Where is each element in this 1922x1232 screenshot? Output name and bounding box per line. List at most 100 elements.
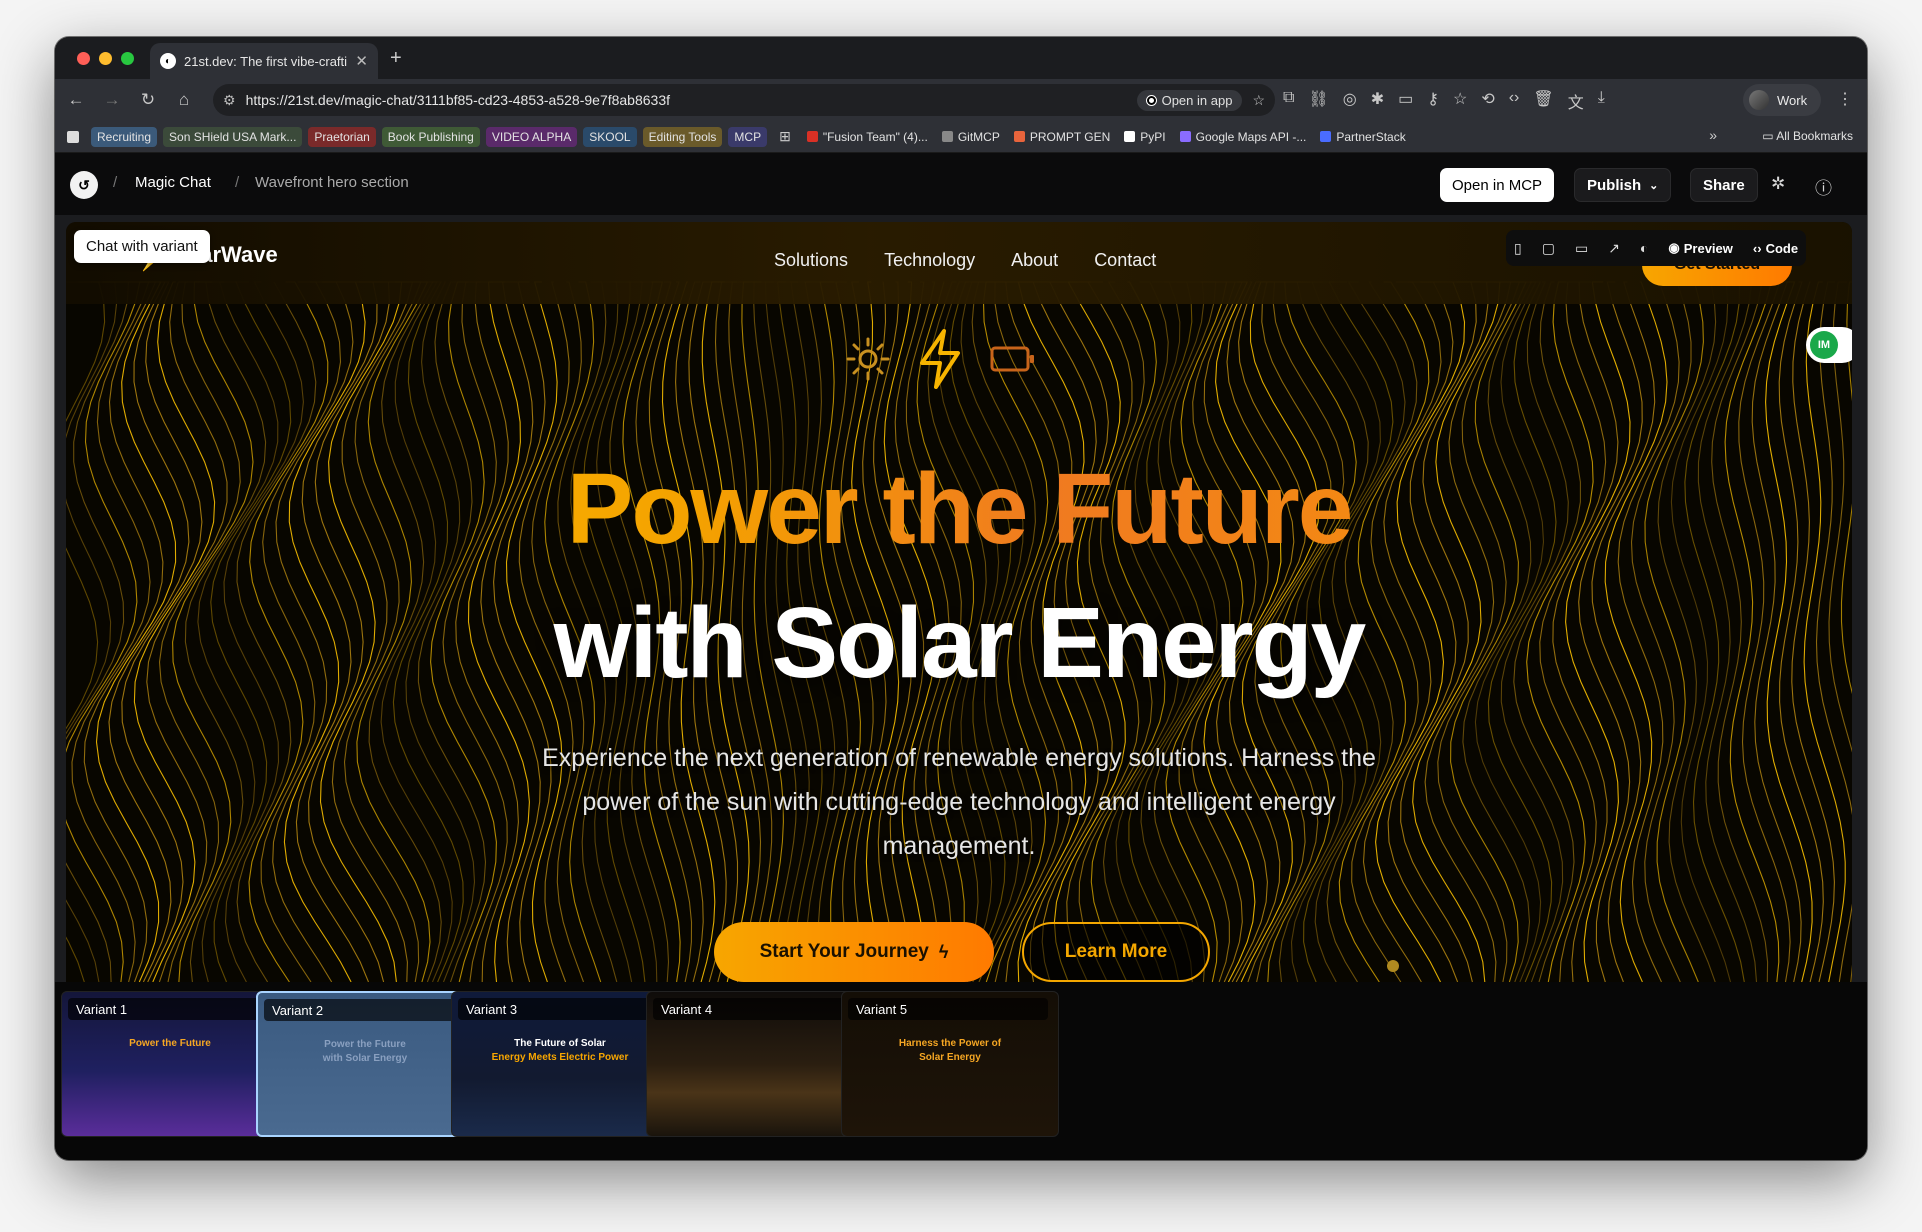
open-in-app-label: Open in app — [1161, 92, 1233, 108]
breadcrumb-current: Wavefront hero section — [255, 174, 409, 191]
app-logo-icon[interactable]: ↺ — [70, 171, 98, 199]
all-bookmarks-folder[interactable]: ▭ All Bookmarks — [1762, 129, 1853, 143]
trash-icon[interactable]: 🗑 — [1533, 89, 1553, 113]
variant-card[interactable]: Variant 3 The Future of Solar Energy Meets… — [451, 991, 669, 1137]
preview-label: Preview — [1683, 240, 1733, 256]
help-icon[interactable]: ⓘ — [1815, 174, 1832, 199]
variant-card[interactable]: Variant 1 Power the Future — [61, 991, 279, 1137]
bookmark-item[interactable]: Google Maps API -... — [1176, 127, 1311, 147]
code-icon[interactable]: ‹› — [1509, 89, 1520, 113]
screenshot-icon[interactable]: ◎ — [1343, 89, 1357, 113]
bookmark-item[interactable]: VIDEO ALPHA — [485, 126, 578, 147]
extensions-icon[interactable]: ⧉ — [1283, 89, 1294, 113]
open-external-icon[interactable]: ↗ — [1608, 240, 1620, 257]
history-icon[interactable]: ⟲ — [1481, 89, 1494, 113]
browser-window: ◐ 21st.dev: The first vibe-craftin ✕ + ←… — [55, 37, 1867, 1160]
variants-strip: Variant 1 Power the Future Variant 2 Power … — [55, 982, 1867, 1160]
bookmark-item[interactable]: PyPI — [1120, 127, 1169, 147]
bookmark-item[interactable]: SKOOL — [583, 126, 637, 147]
nav-link-solutions[interactable]: Solutions — [774, 250, 848, 271]
site-nav-links: Solutions Technology About Contact — [774, 250, 1156, 271]
variant-card[interactable]: Variant 2 Power the Future with Solar Ener… — [256, 991, 474, 1137]
variant-card[interactable]: Variant 4 — [646, 991, 864, 1137]
back-icon[interactable]: ← — [61, 90, 91, 110]
reload-icon[interactable]: ↻ — [133, 90, 163, 110]
bookmark-star-icon[interactable]: ☆ — [1252, 92, 1265, 109]
code-brackets-icon: ‹› — [1752, 240, 1762, 256]
profile-button[interactable]: Work — [1743, 84, 1822, 116]
sidebar-icon[interactable]: ▭ — [1398, 89, 1413, 113]
bookmark-item[interactable]: Praetorian — [308, 126, 376, 147]
mobile-view-icon[interactable]: ▯ — [1514, 240, 1522, 257]
variant-label: Variant 2 — [264, 999, 464, 1021]
theme-toggle-icon[interactable]: ◐ — [1640, 240, 1648, 256]
variant-label: Variant 3 — [458, 998, 658, 1020]
minimize-window-button[interactable] — [99, 52, 112, 65]
bookmark-item[interactable]: GitMCP — [938, 127, 1004, 147]
close-tab-icon[interactable]: ✕ — [355, 52, 368, 70]
bookmark-item[interactable]: "Fusion Team" (4)... — [803, 127, 932, 147]
bookmarks-bar: Recruiting Son SHield USA Mark... Praetori… — [55, 121, 1867, 153]
variant-label: Variant 1 — [68, 998, 268, 1020]
bookmark-item[interactable]: Son SHield USA Mark... — [163, 126, 303, 147]
bookmark-label: "Fusion Team" (4)... — [822, 129, 928, 144]
settings-icon[interactable]: ✲ — [1771, 174, 1785, 194]
desktop-view-icon[interactable]: ▭ — [1575, 240, 1588, 257]
url-text: https://21st.dev/magic-chat/3111bf85-cd2… — [245, 92, 671, 108]
learn-more-button[interactable]: Learn More — [1022, 922, 1210, 982]
variant-card[interactable]: Variant 5 Harness the Power of Solar Energ… — [841, 991, 1059, 1137]
forward-icon[interactable]: → — [97, 90, 127, 110]
code-toggle[interactable]: ‹› Code — [1753, 241, 1798, 256]
menu-dots-icon[interactable]: ⋮ — [1837, 89, 1853, 109]
breadcrumb-magic-chat[interactable]: Magic Chat — [135, 174, 211, 191]
bookmark-folder-icon[interactable] — [67, 130, 79, 143]
start-journey-button[interactable]: Start Your Journey ϟ — [714, 922, 994, 982]
bookmark-item[interactable]: Editing Tools — [642, 126, 723, 147]
user-avatar: IM — [1810, 331, 1838, 359]
tablet-view-icon[interactable]: ▢ — [1542, 240, 1555, 257]
sparkle-icon — [1013, 131, 1025, 142]
gitmcp-icon — [941, 131, 953, 142]
variant-title: Harness the Power of — [898, 1038, 1002, 1049]
variant-preview: ⚡ SolarWave SolutionsTechnologyAboutCont… — [66, 222, 1852, 982]
bookmark-item[interactable]: PartnerStack — [1316, 127, 1409, 147]
bookmark-item[interactable]: Book Publishing — [381, 126, 480, 147]
site-settings-icon[interactable]: ⚙ — [223, 92, 236, 109]
user-avatar-toggle[interactable]: IM — [1806, 327, 1852, 363]
app-icon — [1146, 95, 1156, 105]
link-icon[interactable]: ⛓ — [1308, 89, 1328, 113]
eye-icon: ◉ — [1668, 240, 1680, 255]
chat-with-variant-button[interactable]: Chat with variant — [74, 230, 210, 263]
view-toolbar: ▯ ▢ ▭ ↗ ◐ ◉ Preview ‹› Code — [1506, 230, 1807, 266]
star-extension-icon[interactable]: ☆ — [1453, 89, 1467, 113]
apps-grid-icon[interactable]: ⊞ — [773, 128, 797, 145]
address-bar[interactable]: ⚙ https://21st.dev/magic-chat/3111bf85-c… — [213, 84, 1275, 116]
key-icon[interactable]: ⚷ — [1427, 89, 1439, 113]
app-header: ↺ / Magic Chat / Wavefront hero section … — [55, 153, 1867, 215]
share-button[interactable]: Share — [1690, 168, 1758, 202]
bookmark-item[interactable]: PROMPT GEN — [1010, 127, 1114, 147]
bookmark-item[interactable]: Recruiting — [91, 126, 158, 147]
more-bookmarks-icon[interactable]: » — [1709, 127, 1717, 143]
bookmark-item[interactable]: MCP — [728, 126, 768, 147]
download-icon[interactable]: ⤓ — [1598, 89, 1605, 113]
publish-button[interactable]: Publish ⌄ — [1574, 168, 1672, 202]
open-in-mcp-button[interactable]: Open in MCP — [1440, 168, 1555, 202]
nav-link-contact[interactable]: Contact — [1094, 250, 1156, 271]
nav-link-about[interactable]: About — [1011, 250, 1058, 271]
bug-icon[interactable]: ✱ — [1371, 89, 1384, 113]
translate-icon[interactable]: 文 — [1568, 89, 1584, 113]
preview-toggle[interactable]: ◉ Preview — [1668, 240, 1733, 256]
home-icon[interactable]: ⌂ — [169, 90, 199, 110]
tab-title: 21st.dev: The first vibe-craftin — [184, 53, 348, 69]
variant-subtitle: with Solar Energy — [322, 1053, 408, 1064]
battery-icon — [990, 346, 1034, 372]
close-window-button[interactable] — [77, 52, 90, 65]
maximize-window-button[interactable] — [121, 52, 134, 65]
new-tab-icon[interactable]: + — [390, 47, 402, 70]
open-in-app-button[interactable]: Open in app — [1136, 89, 1243, 111]
window-controls — [77, 52, 134, 65]
browser-tab[interactable]: ◐ 21st.dev: The first vibe-craftin ✕ — [150, 43, 378, 79]
nav-link-technology[interactable]: Technology — [884, 250, 975, 271]
code-label: Code — [1765, 240, 1799, 256]
